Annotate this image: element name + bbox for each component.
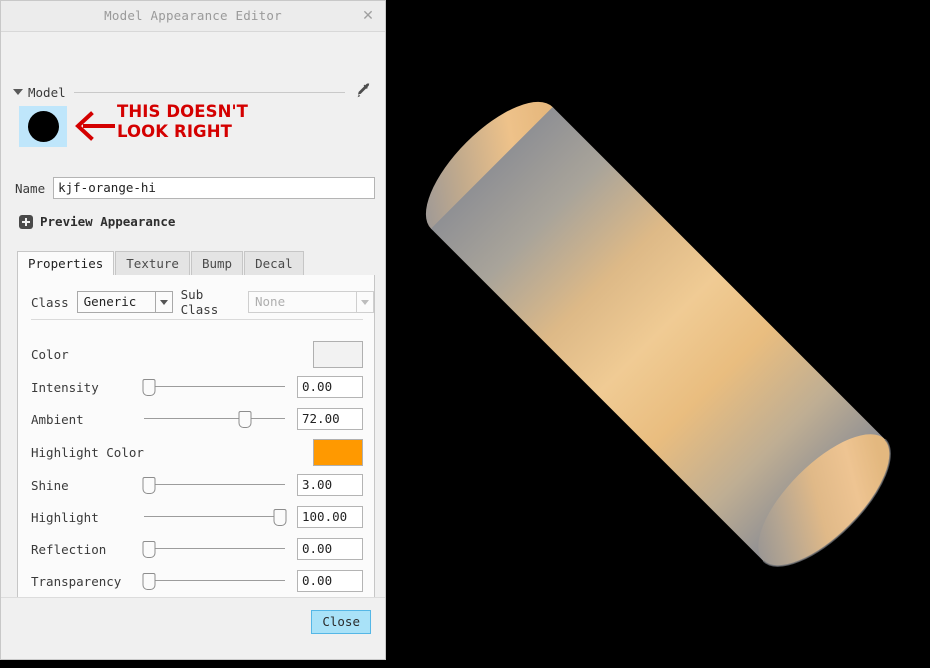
plus-icon bbox=[19, 214, 33, 229]
dialog-footer: Close bbox=[1, 597, 385, 659]
panel-divider bbox=[31, 319, 363, 320]
property-row-highlight: Highlight 100.00 bbox=[31, 506, 363, 528]
property-row-color: Color bbox=[31, 340, 363, 368]
cylinder-render bbox=[425, 101, 891, 567]
ambient-value-input[interactable]: 72.00 bbox=[297, 408, 363, 430]
model-appearance-editor-dialog: Model Appearance Editor ✕ Model THIS DOE… bbox=[0, 0, 386, 660]
tab-texture[interactable]: Texture bbox=[115, 251, 190, 275]
property-label: Highlight Color bbox=[31, 444, 144, 460]
slider-track bbox=[144, 418, 285, 419]
property-label: Highlight bbox=[31, 509, 99, 525]
model-swatch-circle bbox=[27, 111, 59, 142]
intensity-slider[interactable] bbox=[142, 376, 287, 398]
class-dropdown-value: Generic bbox=[83, 294, 137, 309]
shine-value-input[interactable]: 3.00 bbox=[297, 474, 363, 496]
highlight-value-input[interactable]: 100.00 bbox=[297, 506, 363, 528]
transparency-slider[interactable] bbox=[142, 570, 287, 592]
shine-slider[interactable] bbox=[142, 474, 287, 496]
title-bar: Model Appearance Editor ✕ bbox=[1, 1, 385, 32]
close-x-icon[interactable]: ✕ bbox=[359, 8, 377, 26]
property-label: Ambient bbox=[31, 411, 84, 427]
highlight-slider[interactable] bbox=[142, 506, 287, 528]
ambient-slider[interactable] bbox=[142, 408, 287, 430]
chevron-down-icon bbox=[154, 292, 172, 312]
slider-thumb[interactable] bbox=[142, 379, 156, 396]
property-label: Shine bbox=[31, 477, 69, 493]
slider-thumb[interactable] bbox=[142, 477, 156, 494]
tab-bump[interactable]: Bump bbox=[190, 251, 244, 275]
class-row: Class Generic Sub Class None bbox=[31, 287, 374, 317]
class-dropdown[interactable]: Generic bbox=[76, 291, 173, 313]
eyedropper-icon[interactable] bbox=[355, 82, 375, 102]
property-row-ambient: Ambient 72.00 bbox=[31, 408, 363, 430]
window-title: Model Appearance Editor bbox=[104, 8, 282, 23]
dialog-body: Model THIS DOESN'T LOOK RIGHT Name kjf-o… bbox=[1, 32, 385, 620]
transparency-value-input[interactable]: 0.00 bbox=[297, 570, 363, 592]
preview-appearance-expander[interactable]: Preview Appearance bbox=[19, 214, 175, 229]
slider-track bbox=[144, 580, 285, 581]
preview-appearance-label: Preview Appearance bbox=[40, 214, 176, 229]
name-row: Name kjf-orange-hi bbox=[15, 177, 375, 199]
screen: Model Appearance Editor ✕ Model THIS DOE… bbox=[0, 0, 930, 668]
annotation-text: THIS DOESN'T LOOK RIGHT bbox=[117, 102, 249, 141]
left-arrow-icon bbox=[75, 111, 115, 141]
property-row-intensity: Intensity 0.00 bbox=[31, 376, 363, 398]
reflection-slider[interactable] bbox=[142, 538, 287, 560]
model-color-swatch[interactable] bbox=[19, 106, 67, 147]
property-row-shine: Shine 3.00 bbox=[31, 474, 363, 496]
name-input[interactable]: kjf-orange-hi bbox=[53, 177, 375, 199]
chevron-down-icon bbox=[356, 292, 373, 312]
property-row-reflection: Reflection 0.00 bbox=[31, 538, 363, 560]
property-row-transparency: Transparency 0.00 bbox=[31, 570, 363, 592]
chevron-down-icon[interactable] bbox=[13, 89, 23, 95]
model-group-header: Model bbox=[13, 82, 375, 102]
property-label: Reflection bbox=[31, 541, 107, 557]
intensity-value-input[interactable]: 0.00 bbox=[297, 376, 363, 398]
color-swatch-button[interactable] bbox=[313, 340, 363, 368]
sub-class-dropdown[interactable]: None bbox=[248, 291, 374, 313]
property-label: Transparency bbox=[31, 573, 122, 589]
sub-class-label: Sub Class bbox=[180, 287, 219, 317]
model-group-label: Model bbox=[28, 84, 66, 100]
slider-track bbox=[144, 386, 285, 387]
close-button[interactable]: Close bbox=[311, 610, 371, 634]
property-label: Color bbox=[31, 346, 69, 362]
slider-track bbox=[144, 484, 285, 485]
slider-track bbox=[144, 548, 285, 549]
group-divider bbox=[73, 91, 345, 93]
slider-thumb[interactable] bbox=[273, 509, 287, 526]
property-row-highlight-color: Highlight Color bbox=[31, 438, 363, 466]
highlight-color-swatch-button[interactable] bbox=[313, 438, 363, 466]
property-label: Intensity bbox=[31, 379, 99, 395]
slider-thumb[interactable] bbox=[142, 573, 156, 590]
slider-thumb[interactable] bbox=[238, 411, 252, 428]
tab-properties[interactable]: Properties bbox=[17, 251, 115, 276]
tab-decal[interactable]: Decal bbox=[244, 251, 304, 275]
3d-viewport[interactable] bbox=[386, 0, 930, 668]
slider-track bbox=[144, 516, 285, 517]
properties-panel: Class Generic Sub Class None Color Inten… bbox=[17, 275, 375, 620]
class-label: Class bbox=[31, 294, 69, 310]
slider-thumb[interactable] bbox=[142, 541, 156, 558]
name-label: Name bbox=[15, 180, 46, 196]
reflection-value-input[interactable]: 0.00 bbox=[297, 538, 363, 560]
tab-bar: Properties Texture Bump Decal bbox=[17, 251, 375, 276]
sub-class-dropdown-value: None bbox=[255, 294, 286, 309]
